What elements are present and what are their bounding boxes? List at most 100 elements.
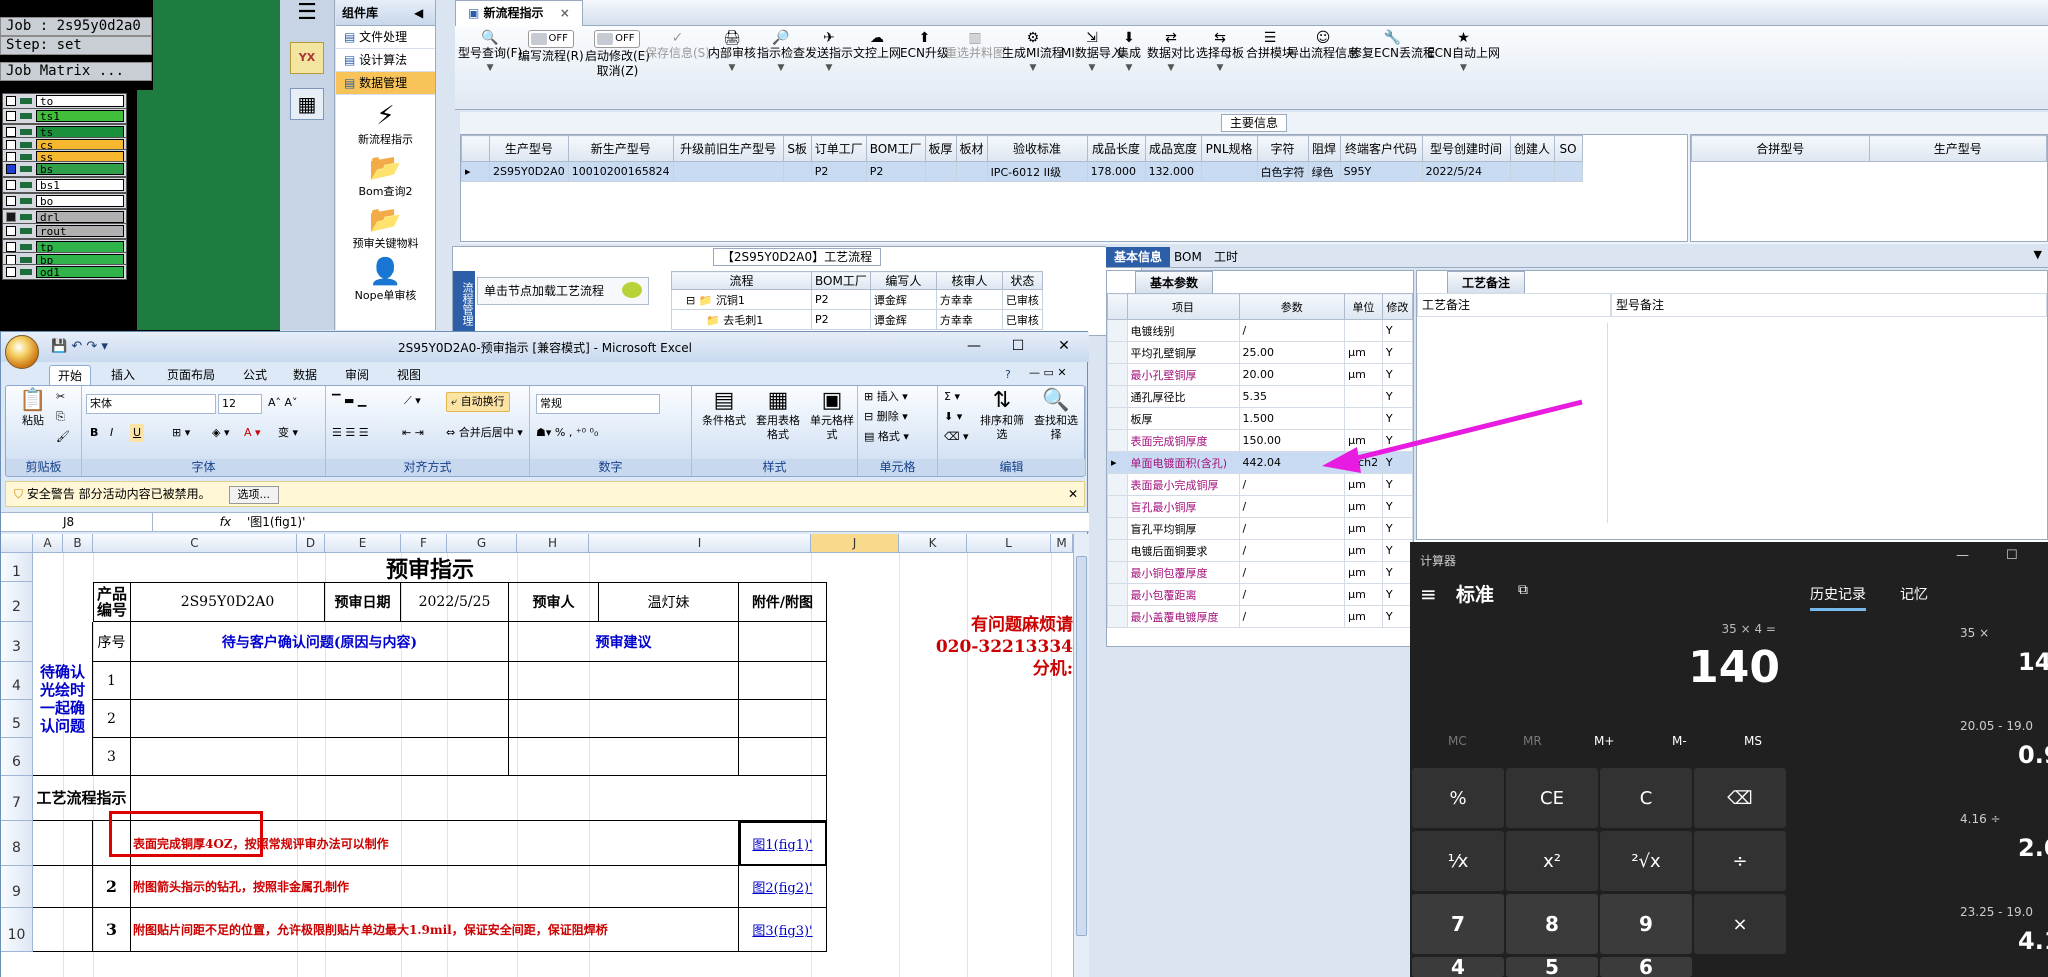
select-all-corner[interactable]	[1, 534, 33, 553]
calc-key-0[interactable]: %	[1412, 768, 1504, 828]
collapse-icon[interactable]: ◀	[414, 0, 423, 26]
column-header[interactable]: 参数	[1238, 293, 1346, 320]
param-value[interactable]: 442.04	[1238, 451, 1346, 474]
tool-3[interactable]: 👤 Nope单审核	[336, 257, 435, 303]
column-header-B[interactable]: B	[63, 534, 93, 553]
column-header[interactable]: 升级前旧生产型号	[672, 135, 784, 162]
history-result[interactable]: 4.1	[2018, 927, 2048, 955]
table-cell[interactable]	[1509, 161, 1555, 182]
workbook-window-icons[interactable]: — ▭ ✕	[1029, 366, 1067, 379]
calc-key-1[interactable]: CE	[1506, 768, 1598, 828]
ecn-auto-button[interactable]: ★ ECN自动上网 ▼	[1427, 30, 1500, 76]
layer-checkbox[interactable]	[6, 127, 16, 137]
table-cell[interactable]: 白色字符	[1256, 161, 1309, 182]
calc-key-9[interactable]: 8	[1506, 894, 1598, 954]
mem-ms[interactable]: MS	[1744, 734, 1762, 748]
column-header[interactable]: 核审人	[935, 271, 1003, 290]
mem-mc[interactable]: MC	[1448, 734, 1467, 748]
attach-cell[interactable]	[739, 662, 827, 700]
layer-row-bo[interactable]: bo	[2, 193, 127, 209]
history-result[interactable]: 14	[2018, 648, 2048, 676]
integrate-button[interactable]: ⬇ 集成 ▼	[1117, 30, 1141, 76]
param-value[interactable]: /	[1238, 583, 1346, 606]
history-expr[interactable]: 23.25 - 19.0	[1960, 905, 2048, 919]
yx-logo-icon[interactable]: YX	[290, 42, 324, 74]
process-side-tab[interactable]: 流程管理	[453, 271, 475, 337]
param-modify[interactable]: Y	[1381, 473, 1414, 496]
param-modify[interactable]: Y	[1381, 429, 1414, 452]
tool-0[interactable]: ⚡ 新流程指示	[336, 101, 435, 147]
row-header-10[interactable]: 10	[1, 908, 33, 952]
table-cell[interactable]	[924, 161, 957, 182]
layer-checkbox[interactable]	[6, 226, 16, 236]
maximize-icon[interactable]: ☐	[1003, 338, 1033, 354]
name-box[interactable]: J8	[3, 513, 153, 531]
clear-icon[interactable]: ⌫ ▾	[944, 428, 969, 446]
layer-checkbox[interactable]	[6, 267, 16, 277]
figure-link[interactable]: 图2(fig2)'	[739, 866, 827, 908]
param-row[interactable]: 盲孔最小铜厚 / μm Y	[1107, 495, 1414, 518]
send-button[interactable]: ✈ 发送指示 ▼	[805, 30, 853, 76]
generate-mi-button[interactable]: ⚙ 生成MI流程 ▼	[1002, 30, 1064, 76]
edit-btn-0[interactable]: ⇅ 排序和筛选	[976, 388, 1028, 442]
ribbon-tab-3[interactable]: 公式	[235, 365, 275, 386]
table-cell[interactable]: S95Y	[1339, 161, 1423, 182]
param-value[interactable]: 20.00	[1238, 363, 1346, 386]
toggle-switch[interactable]: OFF	[594, 30, 641, 48]
column-header[interactable]: 阻焊	[1307, 135, 1341, 162]
table-cell[interactable]	[955, 161, 988, 182]
ribbon-tab-2[interactable]: 页面布局	[159, 365, 223, 386]
param-value[interactable]: /	[1238, 495, 1346, 518]
calc-key-7[interactable]: ÷	[1694, 831, 1786, 891]
param-modify[interactable]: Y	[1381, 605, 1414, 628]
table-cell[interactable]	[672, 161, 784, 182]
style-button-2[interactable]: ▣ 单元格样式	[806, 388, 858, 442]
column-header-K[interactable]: K	[899, 534, 967, 553]
horizontal-align-icons[interactable]: ☰ ☰ ☰	[332, 424, 369, 442]
column-header[interactable]: S板	[782, 135, 812, 162]
table-cell[interactable]: 178.000	[1086, 161, 1146, 182]
layer-checkbox[interactable]	[6, 242, 16, 252]
column-header-L[interactable]: L	[967, 534, 1051, 553]
paste-button[interactable]: 📋 粘贴	[12, 388, 54, 428]
table-cell[interactable]: 绿色	[1307, 161, 1341, 182]
column-header[interactable]: 新生产型号	[567, 135, 674, 162]
row-header-7[interactable]: 7	[1, 776, 33, 821]
column-header[interactable]: 生产型号	[489, 135, 569, 162]
dropdown-icon[interactable]: ▼	[2034, 248, 2042, 261]
reviewer-value[interactable]: 温灯妹	[599, 582, 739, 622]
tab-close-icon[interactable]: ×	[560, 6, 570, 20]
layer-checkbox[interactable]	[6, 212, 16, 222]
calc-key-12[interactable]: 4	[1412, 955, 1504, 977]
merge-center-button[interactable]: ⇔ 合并后居中 ▾	[446, 424, 523, 442]
phonetic-icon[interactable]: 变 ▾	[278, 424, 298, 442]
history-expr[interactable]: 4.16 ÷	[1960, 812, 2048, 826]
column-header[interactable]: 生产型号	[1868, 135, 2047, 162]
cancel-label[interactable]: 取消(Z)	[585, 64, 650, 79]
param-modify[interactable]: Y	[1381, 517, 1414, 540]
layer-checkbox[interactable]	[6, 164, 16, 174]
keep-on-top-icon[interactable]: ⧉	[1518, 582, 1528, 598]
column-header[interactable]: 创建人	[1509, 135, 1555, 162]
param-modify[interactable]: Y	[1381, 407, 1414, 430]
column-header-J[interactable]: J	[811, 534, 899, 553]
column-header[interactable]: 成品长度	[1086, 135, 1146, 162]
param-modify[interactable]: Y	[1381, 583, 1414, 606]
format-painter-icon[interactable]: 🖌	[56, 428, 70, 446]
history-result[interactable]: 0.9	[2018, 741, 2048, 769]
calc-key-13[interactable]: 5	[1506, 955, 1598, 977]
border-icon[interactable]: ⊞ ▾	[172, 424, 190, 442]
fx-icon[interactable]: fx	[161, 513, 231, 531]
param-value[interactable]: /	[1238, 319, 1346, 342]
column-header[interactable]: 验收标准	[986, 135, 1088, 162]
column-header[interactable]: 型号创建时间	[1421, 135, 1511, 162]
doc-online-button[interactable]: ☁ 文控上网	[853, 30, 901, 61]
param-modify[interactable]: Y	[1381, 495, 1414, 518]
table-row[interactable]: ⊟ 📁 沉铜1 P2 谭金辉 方幸幸 已审核	[671, 289, 1043, 310]
date-value[interactable]: 2022/5/25	[401, 582, 509, 622]
column-header-I[interactable]: I	[589, 534, 811, 553]
param-modify[interactable]: Y	[1381, 363, 1414, 386]
param-modify[interactable]: Y	[1381, 385, 1414, 408]
column-header[interactable]: PNL规格	[1200, 135, 1258, 162]
component-item-2[interactable]: ▤ 数据管理	[336, 72, 435, 95]
